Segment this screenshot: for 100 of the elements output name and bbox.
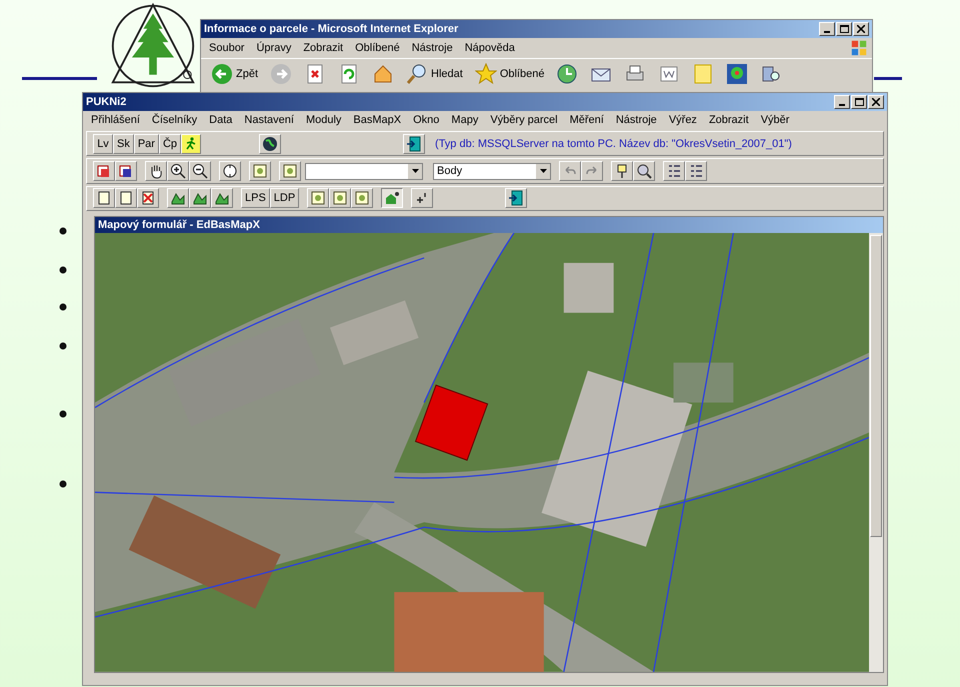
zoom-in-button[interactable] (167, 161, 189, 182)
menu-item[interactable]: Data (203, 114, 238, 126)
document-icon (118, 190, 134, 206)
pages-icon (118, 163, 134, 180)
minimize-icon (839, 104, 845, 106)
menu-item[interactable]: Výřez (662, 114, 703, 126)
minimize-button[interactable] (834, 94, 850, 109)
document-button[interactable] (137, 188, 159, 208)
menu-item[interactable]: Úpravy (250, 42, 298, 54)
close-button[interactable] (853, 22, 869, 36)
search-icon (406, 63, 428, 85)
menu-item[interactable]: Přihlášení (85, 114, 146, 126)
toolbar-button[interactable]: Čp (158, 134, 182, 154)
menu-item[interactable]: BasMapX (347, 114, 408, 126)
menu-item[interactable]: Zobrazit (702, 114, 755, 126)
windows-flag-icon (850, 39, 868, 57)
flower-icon (726, 63, 748, 85)
menu-item[interactable]: Soubor (203, 42, 250, 54)
toolbar-button[interactable]: LPS (241, 188, 270, 208)
list-button[interactable] (663, 161, 685, 182)
menu-item[interactable]: Oblíbené (349, 42, 406, 54)
menu-item[interactable]: Nástroje (406, 42, 459, 54)
zoom-out-button[interactable] (189, 161, 211, 182)
close-button[interactable] (868, 94, 884, 109)
layer-tool-button[interactable] (249, 161, 271, 182)
house-icon (384, 190, 400, 206)
map-tool-button[interactable] (211, 188, 233, 208)
bullet-icon (59, 480, 67, 488)
maximize-button[interactable] (851, 94, 867, 109)
points-dropdown[interactable]: Body (433, 162, 551, 180)
close-icon (872, 98, 880, 106)
menu-item[interactable]: Nápověda (458, 42, 521, 54)
menu-item[interactable]: Moduly (300, 114, 348, 126)
document-button[interactable] (93, 188, 115, 208)
map-tool-button[interactable] (189, 188, 211, 208)
bullet-icon (59, 303, 67, 311)
walking-figure-button[interactable] (181, 134, 202, 154)
maximize-button[interactable] (836, 22, 852, 36)
bullet-icon (59, 227, 67, 235)
menu-item[interactable]: Výběry parcel (484, 114, 564, 126)
tool-button[interactable] (93, 161, 115, 182)
minimize-icon (824, 31, 830, 33)
document-icon (96, 190, 112, 206)
zoom-extent-button[interactable] (219, 161, 241, 182)
menu-item[interactable]: Nástroje (610, 114, 663, 126)
layer-tool-button[interactable] (329, 188, 352, 208)
maximize-icon (854, 98, 864, 106)
redo-button[interactable] (581, 161, 603, 182)
layer-tool-button[interactable] (279, 161, 301, 182)
favorites-button[interactable]: Oblíbené (470, 63, 548, 85)
bullet-icon (59, 266, 67, 274)
house-point-button[interactable] (381, 188, 404, 208)
menu-item[interactable]: Mapy (445, 114, 484, 126)
window-title: Mapový formulář - EdBasMapX (98, 219, 260, 232)
menu-item[interactable]: Okno (407, 114, 446, 126)
undo-button[interactable] (559, 161, 581, 182)
bullet-icon (59, 410, 67, 418)
caret-icon (540, 169, 546, 174)
star-icon (474, 63, 497, 85)
note-icon (692, 63, 714, 85)
search-icon (636, 163, 652, 180)
vertical-scrollbar[interactable] (869, 233, 883, 672)
clock-icon (556, 63, 578, 85)
globe-icon (262, 136, 278, 152)
walking-figure-icon (184, 136, 198, 151)
document-button[interactable] (115, 188, 137, 208)
zoom-out-icon (192, 163, 208, 180)
menu-item[interactable]: Měření (564, 114, 610, 126)
menu-item[interactable]: Výběr (754, 114, 796, 126)
layer-icon (282, 163, 298, 180)
minimize-button[interactable] (819, 22, 835, 36)
tool-button[interactable] (115, 161, 137, 182)
toolbar-button[interactable]: Par (134, 134, 159, 154)
menu-item[interactable]: Nastavení (238, 114, 300, 126)
pan-hand-button[interactable] (145, 161, 167, 182)
search-button[interactable] (633, 161, 655, 182)
toolbar-button[interactable]: Lv (93, 134, 113, 154)
layer-dropdown[interactable] (305, 162, 423, 180)
layer-tool-button[interactable] (307, 188, 330, 208)
exit-door-button[interactable] (403, 134, 426, 154)
globe-button[interactable] (259, 134, 282, 154)
add-point-button[interactable] (411, 188, 434, 208)
layer-icon (354, 190, 370, 206)
layer-tool-button[interactable] (351, 188, 374, 208)
map-tool-button[interactable] (167, 188, 189, 208)
back-button[interactable]: Zpět (207, 63, 262, 85)
layer-icon (310, 190, 326, 206)
door-arrow-icon (406, 136, 422, 152)
list-button[interactable] (685, 161, 707, 182)
toolbar-button[interactable]: LDP (270, 188, 300, 208)
menu-item[interactable]: Zobrazit (297, 42, 350, 54)
close-icon (857, 25, 865, 33)
menu-item[interactable]: Číselníky (146, 114, 204, 126)
exit-door-button[interactable] (505, 188, 528, 208)
toolbar-button[interactable]: Sk (113, 134, 134, 154)
database-info-text: (Typ db: MSSQLServer na tomto PC. Název db: "OkresVsetin_2007_01") (435, 138, 792, 150)
list-icon (666, 163, 682, 180)
search-button[interactable]: Hledat (402, 63, 467, 85)
window-title: PUKNi2 (86, 96, 126, 108)
pin-button[interactable] (611, 161, 633, 182)
